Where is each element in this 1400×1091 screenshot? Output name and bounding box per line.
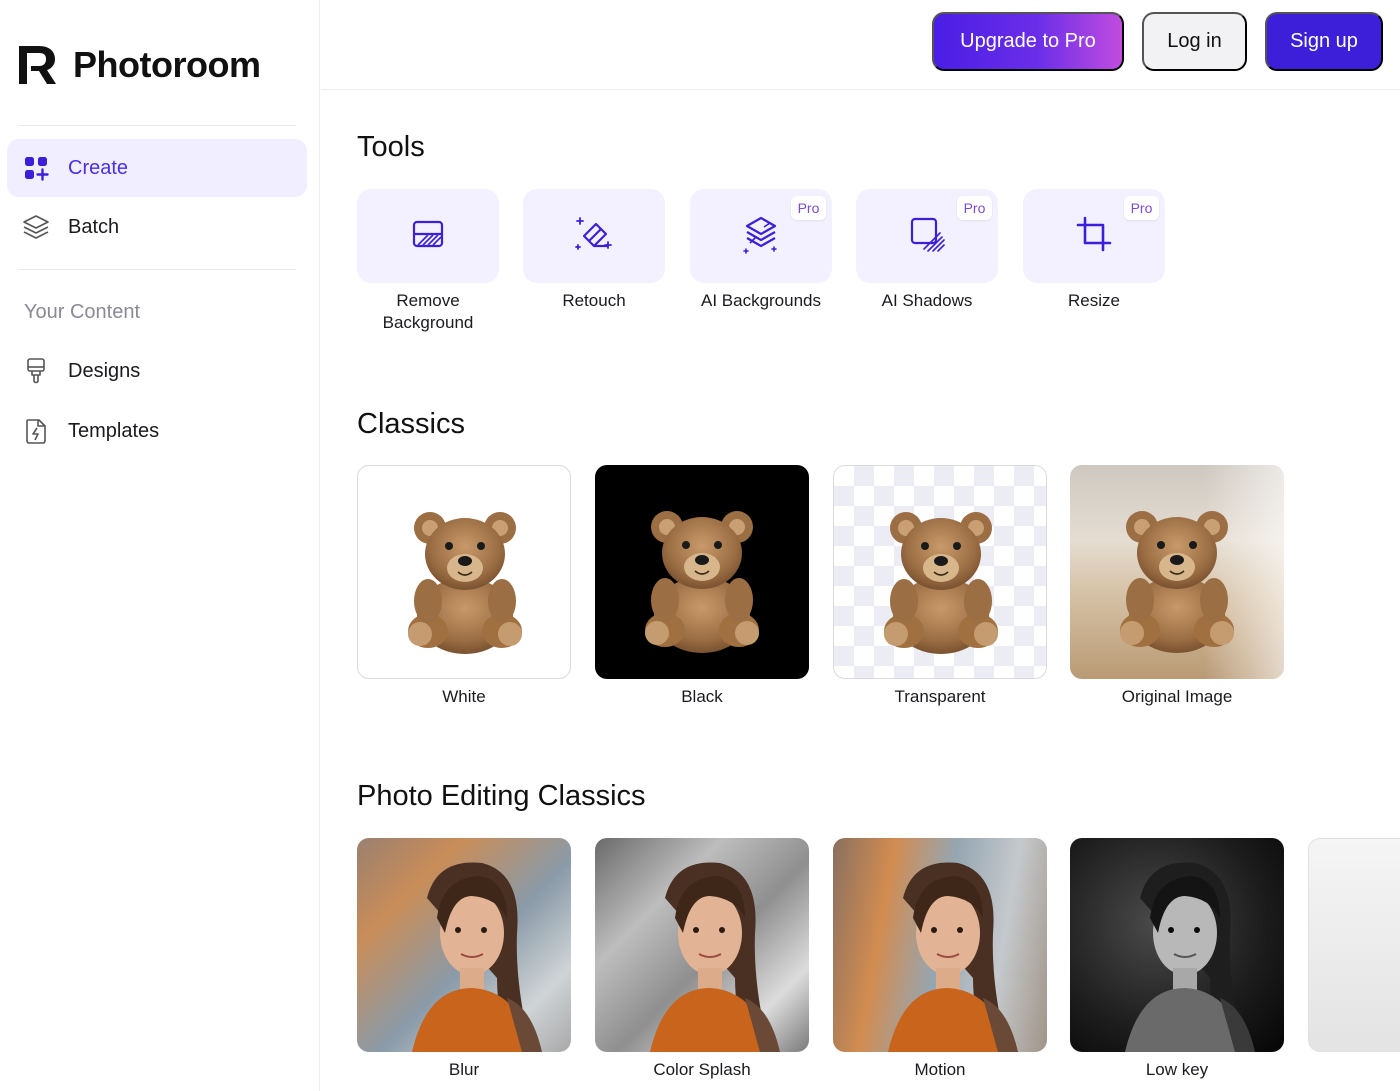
thumbnail[interactable] [357, 465, 571, 679]
tool-label: Remove Background [382, 291, 474, 332]
signup-button[interactable]: Sign up [1265, 12, 1383, 71]
portrait-image [595, 838, 809, 1052]
thumbnail[interactable] [833, 465, 1047, 679]
tool-label: AI Backgrounds [700, 291, 821, 310]
photo-card-partial[interactable] [1308, 838, 1400, 1052]
photo-card-low-key[interactable]: Low key [1070, 838, 1284, 1080]
sidebar-divider [19, 269, 296, 270]
sidebar-item-templates[interactable]: Templates [7, 402, 307, 460]
thumbnail[interactable] [357, 838, 571, 1052]
card-label: Black [681, 687, 723, 706]
portrait-image [357, 838, 571, 1052]
sidebar-item-create[interactable]: Create [7, 139, 307, 197]
tool-tile[interactable]: Pro [690, 189, 832, 283]
card-label: Color Splash [653, 1060, 751, 1079]
tool-label: Resize [1068, 291, 1120, 310]
card-label: Transparent [894, 687, 986, 706]
template-file-icon [22, 417, 50, 445]
sidebar-item-label: Create [68, 156, 129, 179]
brush-icon [22, 357, 50, 385]
portrait-image [833, 838, 1047, 1052]
classic-card-original[interactable]: Original Image [1070, 465, 1284, 707]
remove-background-icon [408, 214, 448, 259]
top-header: Upgrade to Pro Log in Sign up [321, 0, 1400, 90]
card-label: Low key [1145, 1060, 1209, 1079]
layers-icon [22, 213, 50, 241]
sidebar-item-designs[interactable]: Designs [7, 342, 307, 400]
tool-tile[interactable] [357, 189, 499, 283]
stack-sparkle-icon [740, 213, 782, 260]
crop-icon [1074, 214, 1114, 259]
photo-card-blur[interactable]: Blur [357, 838, 571, 1080]
brand-name: Photoroom [73, 44, 261, 85]
sidebar-item-label: Designs [68, 359, 141, 382]
upgrade-to-pro-button[interactable]: Upgrade to Pro [932, 12, 1124, 71]
sidebar-item-label: Templates [68, 419, 160, 442]
card-label: Blur [448, 1060, 480, 1079]
photoroom-logo-icon [19, 46, 56, 84]
portrait-image [1070, 838, 1284, 1052]
teddy-bear-image [834, 466, 1047, 679]
sidebar-item-batch[interactable]: Batch [7, 198, 307, 256]
classic-card-white[interactable]: White [357, 465, 571, 707]
teddy-bear-image [1070, 465, 1284, 679]
card-label: White [442, 687, 486, 706]
thumbnail[interactable] [595, 465, 809, 679]
section-title-photo-editing: Photo Editing Classics [357, 780, 646, 812]
card-label: Original Image [1121, 687, 1233, 706]
sidebar-item-label: Batch [68, 215, 120, 238]
brand-logo[interactable]: Photoroom [17, 44, 261, 86]
card-label: Motion [914, 1060, 966, 1079]
teddy-bear-image [358, 466, 571, 679]
section-label-your-content: Your Content [24, 301, 141, 323]
section-title-tools: Tools [357, 131, 425, 163]
thumbnail[interactable] [1070, 465, 1284, 679]
tool-tile[interactable]: Pro [1023, 189, 1165, 283]
thumbnail[interactable] [595, 838, 809, 1052]
eraser-sparkle-icon [572, 212, 616, 261]
sidebar-divider [19, 125, 296, 126]
thumbnail[interactable] [833, 838, 1047, 1052]
tool-remove-background[interactable]: Remove Background [357, 189, 499, 334]
tool-resize[interactable]: Pro Resize [1023, 189, 1165, 312]
pro-badge: Pro [957, 196, 992, 220]
thumbnail[interactable] [1308, 838, 1400, 1052]
photo-card-color-splash[interactable]: Color Splash [595, 838, 809, 1080]
thumbnail[interactable] [1070, 838, 1284, 1052]
classic-card-transparent[interactable]: Transparent [833, 465, 1047, 707]
grid-plus-icon [22, 154, 50, 182]
section-title-classics: Classics [357, 408, 465, 440]
tool-tile[interactable] [523, 189, 665, 283]
pro-badge: Pro [1124, 196, 1159, 220]
tool-ai-backgrounds[interactable]: Pro AI Backgrounds [690, 189, 832, 312]
teddy-bear-image [595, 465, 809, 679]
shadow-square-icon [906, 213, 948, 260]
photo-card-motion[interactable]: Motion [833, 838, 1047, 1080]
tool-label: Retouch [562, 291, 626, 310]
tool-label: AI Shadows [881, 291, 973, 310]
tool-ai-shadows[interactable]: Pro AI Shadows [856, 189, 998, 312]
tool-tile[interactable]: Pro [856, 189, 998, 283]
sidebar: Photoroom Create Batch Your Content Desi… [0, 0, 320, 1091]
tool-retouch[interactable]: Retouch [523, 189, 665, 312]
classic-card-black[interactable]: Black [595, 465, 809, 707]
pro-badge: Pro [791, 196, 826, 220]
login-button[interactable]: Log in [1142, 12, 1247, 71]
